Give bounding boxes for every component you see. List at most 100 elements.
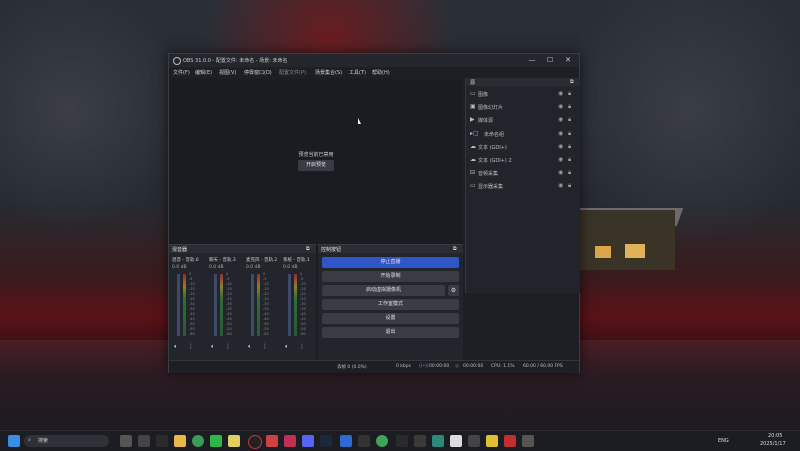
more-options-icon[interactable]: ⋮ [299, 343, 305, 350]
volume-meter [294, 274, 297, 336]
speaker-icon[interactable]: 🔈︎ [248, 343, 252, 351]
app-gray2-icon[interactable] [522, 435, 534, 447]
app-green-icon[interactable] [376, 435, 388, 447]
start-recording-button[interactable]: 开始录制 [322, 271, 459, 282]
sources-header: 源 ⧉ [466, 78, 580, 86]
source-item[interactable]: ▸▢ 未命名组 ◉ 🔒︎ [466, 128, 580, 140]
app-dark-icon[interactable] [358, 435, 370, 447]
source-item[interactable]: ▶ 媒体源 ◉ 🔒︎ [466, 114, 580, 126]
clock-date[interactable]: 2025/1/17 [760, 441, 786, 447]
exit-button[interactable]: 退出 [322, 327, 459, 338]
volume-fader[interactable] [288, 274, 291, 336]
obs-taskbar-icon[interactable] [248, 435, 262, 449]
language-indicator[interactable]: ENG [718, 438, 729, 444]
menu-edit[interactable]: 编辑(E) [195, 69, 212, 76]
lock-icon[interactable]: 🔒︎ [568, 156, 571, 164]
widgets-icon[interactable] [138, 435, 150, 447]
lock-icon[interactable]: 🔒︎ [568, 116, 571, 124]
app-blue-icon[interactable] [340, 435, 352, 447]
speaker-icon[interactable]: 🔈︎ [211, 343, 215, 351]
menu-tools[interactable]: 工具(T) [349, 69, 366, 76]
visibility-eye-icon[interactable]: ◉ [558, 130, 563, 137]
db-scale: 0 -5 -10 -15 -20 -25 -30 -35 -40 -45 -50 -55 -60 [226, 272, 232, 337]
app-icon[interactable] [156, 435, 168, 447]
chrome-icon[interactable] [192, 435, 204, 447]
volume-fader[interactable] [251, 274, 254, 336]
bitrate: 0 kbps [396, 364, 411, 369]
visibility-eye-icon[interactable]: ◉ [558, 90, 563, 97]
obs-logo-icon [173, 57, 181, 65]
speaker-icon[interactable]: 🔈︎ [174, 343, 178, 351]
visibility-eye-icon[interactable]: ◉ [558, 156, 563, 163]
mixer-undock-icon[interactable]: ⧉ [306, 246, 310, 252]
lock-icon[interactable]: 🔒︎ [568, 182, 571, 190]
lock-icon[interactable]: 🔒︎ [568, 90, 571, 98]
source-item[interactable]: ▭ 图像 ◉ 🔒︎ [466, 88, 580, 100]
wechat-icon[interactable] [210, 435, 222, 447]
channel-db: 0.0 dB [209, 265, 224, 270]
menu-scene-collection[interactable]: 场景集合(S) [315, 69, 342, 76]
volume-meter [220, 274, 223, 336]
notes-icon[interactable] [228, 435, 240, 447]
visibility-eye-icon[interactable]: ◉ [558, 169, 563, 176]
maximize-button[interactable]: ☐ [541, 55, 559, 66]
app-r-icon[interactable] [414, 435, 426, 447]
controls-undock-icon[interactable]: ⧉ [453, 246, 457, 252]
title-bar[interactable]: OBS 31.0.0 - 配置文件: 未命名 - 场景: 未命名 — ☐ ✕ [169, 54, 579, 67]
app-yellow-icon[interactable] [486, 435, 498, 447]
virtual-camera-settings-gear-icon[interactable]: ⚙ [448, 285, 459, 296]
taskbar-search[interactable]: ⌕ 搜索 [24, 435, 109, 447]
discord-icon[interactable] [302, 435, 314, 447]
source-label: 文本 (GDI+) 2 [478, 158, 512, 164]
app-red-icon[interactable] [266, 435, 278, 447]
app-icon-2[interactable] [284, 435, 296, 447]
menu-profile[interactable]: 配置文件(P) [279, 69, 306, 76]
lock-icon[interactable]: 🔒︎ [568, 169, 571, 177]
source-item[interactable]: ☁ 文本 (GDI+) 2 ◉ 🔒︎ [466, 154, 580, 166]
close-button[interactable]: ✕ [559, 55, 577, 66]
more-options-icon[interactable]: ⋮ [262, 343, 268, 350]
source-item[interactable]: ☁ 文本 (GDI+) ◉ 🔒︎ [466, 141, 580, 153]
menu-view[interactable]: 视图(V) [219, 69, 236, 76]
source-item[interactable]: ▭ 显示器采集 ◉ 🔒︎ [466, 180, 580, 192]
lock-icon[interactable]: 🔒︎ [568, 143, 571, 151]
menu-help[interactable]: 帮助(H) [372, 69, 390, 76]
mouse-cursor-icon [358, 118, 361, 124]
minimize-button[interactable]: — [523, 55, 541, 66]
visibility-eye-icon[interactable]: ◉ [558, 116, 563, 123]
menu-file[interactable]: 文件(F) [173, 69, 190, 76]
app-teal-icon[interactable] [432, 435, 444, 447]
app-arrow-icon[interactable] [396, 435, 408, 447]
more-options-icon[interactable]: ⋮ [188, 343, 194, 350]
enable-preview-button[interactable]: 开启预览 [298, 160, 334, 171]
menu-docks[interactable]: 停靠窗口(D) [244, 69, 272, 76]
visibility-eye-icon[interactable]: ◉ [558, 103, 563, 110]
window-title: OBS 31.0.0 - 配置文件: 未命名 - 场景: 未命名 [183, 58, 288, 64]
studio-mode-button[interactable]: 工作室模式 [322, 299, 459, 310]
volume-fader[interactable] [177, 274, 180, 336]
visibility-eye-icon[interactable]: ◉ [558, 182, 563, 189]
stop-streaming-button[interactable]: 停止直播 [322, 257, 459, 268]
settings-button[interactable]: 设置 [322, 313, 459, 324]
visibility-eye-icon[interactable]: ◉ [558, 143, 563, 150]
dropped-frames: 丢帧 0 (0.0%) [337, 365, 367, 370]
volume-fader[interactable] [214, 274, 217, 336]
steam-icon[interactable] [320, 435, 332, 447]
clock-time[interactable]: 20:05 [768, 433, 782, 439]
file-explorer-icon[interactable] [174, 435, 186, 447]
undock-icon[interactable]: ⧉ [570, 79, 574, 85]
lock-icon[interactable]: 🔒︎ [568, 103, 571, 111]
task-view-icon[interactable] [120, 435, 132, 447]
source-item[interactable]: ▣ 图像幻灯片 ◉ 🔒︎ [466, 101, 580, 113]
app-gray-icon[interactable] [468, 435, 480, 447]
sources-panel: 源 ⧉ ▭ 图像 ◉ 🔒︎ ▣ 图像幻灯片 ◉ 🔒︎ ▶ 媒体源 ◉ 🔒︎ ▸▢ 未命名组 ◉ 🔒︎ ☁ 文本 (… [465, 78, 580, 293]
speaker-icon[interactable]: 🔈︎ [285, 343, 289, 351]
more-options-icon[interactable]: ⋮ [225, 343, 231, 350]
monitor-icon: ▭ [470, 182, 476, 190]
app-white-icon[interactable] [450, 435, 462, 447]
app-red2-icon[interactable] [504, 435, 516, 447]
source-item[interactable]: ⊟ 音频采集 ◉ 🔒︎ [466, 167, 580, 179]
start-virtual-camera-button[interactable]: 启动虚拟摄像机 [322, 285, 445, 296]
lock-icon[interactable]: 🔒︎ [568, 130, 571, 138]
start-windows-icon[interactable] [8, 435, 20, 447]
